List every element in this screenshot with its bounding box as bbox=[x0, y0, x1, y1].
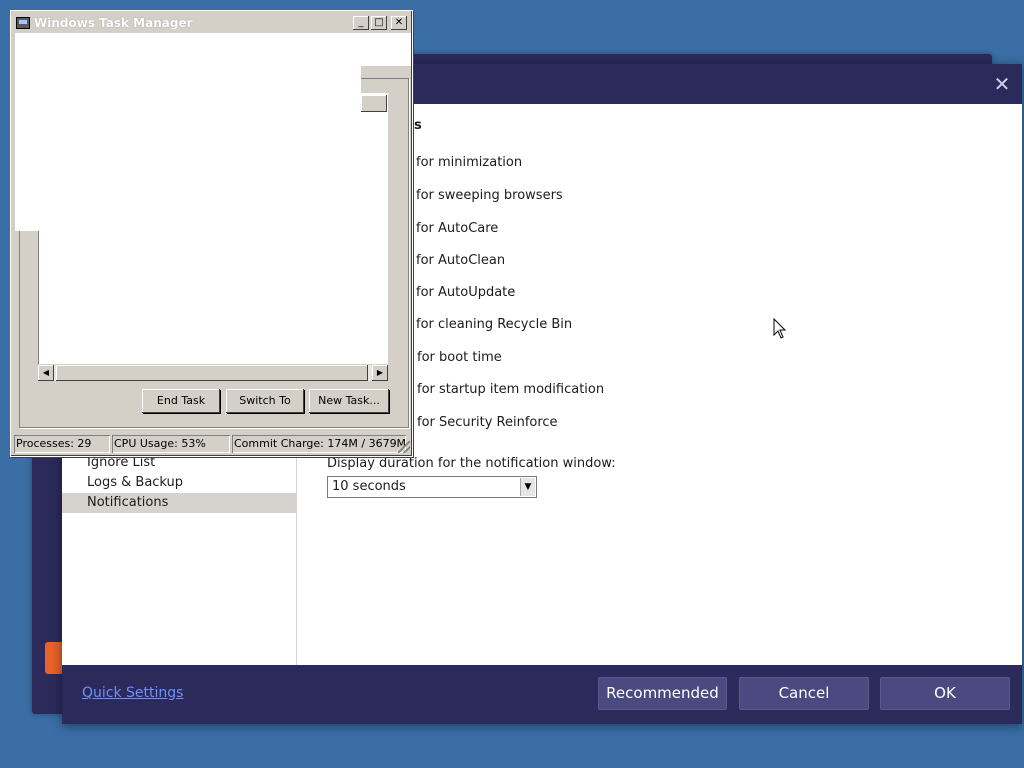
task-manager-icon bbox=[16, 17, 30, 29]
notify-startup-item-option[interactable]: for startup item modification bbox=[417, 381, 604, 399]
notify-autoclean-option[interactable]: for AutoClean bbox=[416, 252, 505, 270]
task-manager-title: Windows Task Manager bbox=[34, 16, 193, 30]
end-task-button[interactable]: End Task bbox=[142, 389, 220, 413]
notify-recycle-bin-option[interactable]: for cleaning Recycle Bin bbox=[416, 316, 572, 334]
notify-boot-time-option[interactable]: for boot time bbox=[417, 349, 502, 367]
duration-dropdown[interactable]: 10 seconds ▼ bbox=[327, 476, 537, 498]
notify-security-reinforce-option[interactable]: for Security Reinforce bbox=[417, 414, 558, 432]
switch-to-button[interactable]: Switch To bbox=[226, 389, 304, 413]
quick-settings-link[interactable]: Quick Settings bbox=[82, 685, 183, 701]
close-icon[interactable]: ✕ bbox=[990, 72, 1014, 96]
task-list-fragment bbox=[360, 93, 388, 233]
notify-minimization-option[interactable]: for minimization bbox=[416, 154, 522, 172]
recommended-button[interactable]: Recommended bbox=[598, 677, 727, 710]
new-task-button[interactable]: New Task... bbox=[309, 389, 389, 413]
scroll-left-icon[interactable]: ◀ bbox=[38, 365, 54, 381]
scroll-right-icon[interactable]: ▶ bbox=[372, 365, 388, 381]
mouse-cursor-icon bbox=[773, 318, 787, 339]
task-manager-statusbar: Processes: 29 CPU Usage: 53% Commit Char… bbox=[14, 435, 410, 453]
close-icon[interactable]: ✕ bbox=[391, 16, 407, 30]
task-manager-titlebar[interactable]: Windows Task Manager _ □ ✕ bbox=[14, 14, 409, 32]
dialog-footer: Quick Settings Recommended Cancel OK bbox=[62, 665, 1022, 724]
task-list[interactable] bbox=[38, 231, 388, 381]
chevron-down-icon[interactable]: ▼ bbox=[520, 478, 535, 496]
sidebar-item-notifications[interactable]: Notifications bbox=[62, 493, 296, 513]
horizontal-scrollbar[interactable]: ◀ ▶ bbox=[38, 364, 388, 381]
notify-autoupdate-option[interactable]: for AutoUpdate bbox=[416, 284, 515, 302]
resize-grip-icon[interactable] bbox=[398, 441, 410, 453]
duration-value: 10 seconds bbox=[332, 479, 406, 494]
task-list-column-header[interactable] bbox=[361, 95, 387, 112]
notify-autocare-option[interactable]: for AutoCare bbox=[416, 220, 498, 238]
processes-count: Processes: 29 bbox=[14, 435, 110, 453]
cpu-usage: CPU Usage: 53% bbox=[112, 435, 230, 453]
duration-label: Display duration for the notification wi… bbox=[327, 456, 616, 471]
sidebar-list: Ignore List Logs & Backup Notifications bbox=[62, 453, 296, 513]
minimize-icon[interactable]: _ bbox=[353, 16, 369, 30]
scrollbar-thumb[interactable] bbox=[56, 365, 368, 381]
unrendered-area-left bbox=[15, 66, 361, 231]
cancel-button[interactable]: Cancel bbox=[739, 677, 869, 710]
commit-charge: Commit Charge: 174M / 3679M bbox=[232, 435, 406, 453]
notify-sweeping-browsers-option[interactable]: for sweeping browsers bbox=[416, 187, 563, 205]
sidebar-item-logs-backup[interactable]: Logs & Backup bbox=[62, 473, 296, 493]
maximize-icon[interactable]: □ bbox=[371, 16, 387, 30]
unrendered-area-top bbox=[15, 33, 411, 66]
task-manager-window: Windows Task Manager _ □ ✕ ◀ ▶ End Task … bbox=[10, 10, 413, 457]
ok-button[interactable]: OK bbox=[880, 677, 1010, 710]
section-title: s bbox=[414, 118, 422, 133]
